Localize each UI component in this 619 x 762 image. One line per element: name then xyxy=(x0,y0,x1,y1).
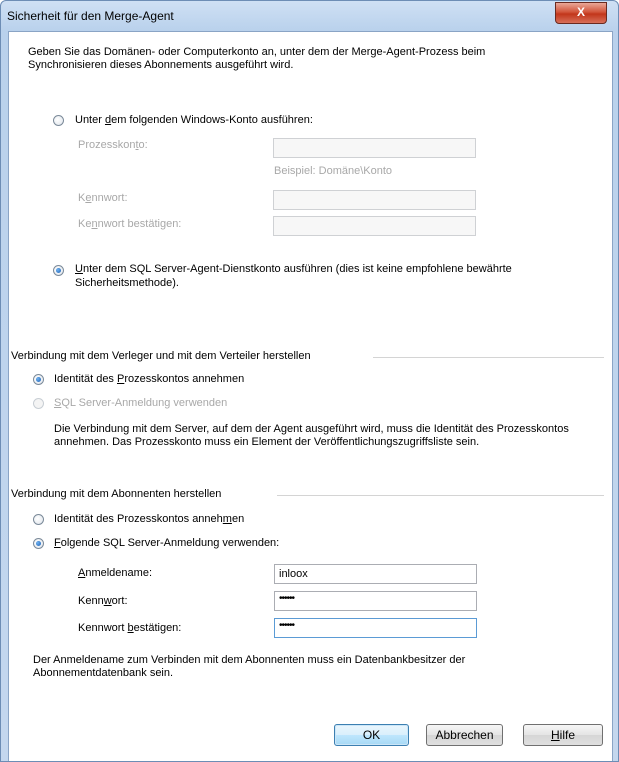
publisher-sql-login-radio[interactable] xyxy=(33,398,44,409)
subscriber-impersonate-label[interactable]: Identität des Prozesskontos annehmen xyxy=(54,513,244,525)
sql-agent-account-label-line2: Sicherheitsmethode). xyxy=(75,277,179,289)
dialog-content: Geben Sie das Domänen- oder Computerkont… xyxy=(8,31,613,761)
example-hint: Beispiel: Domäne\Konto xyxy=(274,165,393,177)
password-input[interactable] xyxy=(273,190,476,210)
subscriber-sql-login-radio[interactable] xyxy=(33,538,44,549)
subscriber-note: Der Anmeldename zum Verbinden mit dem Ab… xyxy=(33,654,466,679)
confirm-password-label: Kennwort bestätigen: xyxy=(78,218,182,230)
intro-text: Geben Sie das Domänen- oder Computerkont… xyxy=(28,46,486,71)
sql-agent-account-label[interactable]: Unter dem SQL Server-Agent-Dienstkonto a… xyxy=(75,263,512,275)
subscriber-confirm-password-label: Kennwort bestätigen: xyxy=(78,622,182,634)
subscriber-group-title: Verbindung mit dem Abonnenten herstellen xyxy=(11,488,222,500)
publisher-sql-login-label[interactable]: SQL Server-Anmeldung verwenden xyxy=(54,397,227,409)
subscriber-password-label: Kennwort: xyxy=(78,595,128,607)
publisher-group-title: Verbindung mit dem Verleger und mit dem … xyxy=(11,350,311,362)
subscriber-impersonate-radio[interactable] xyxy=(33,514,44,525)
close-button[interactable]: X xyxy=(555,2,607,24)
publisher-impersonate-label[interactable]: Identität des Prozesskontos annehmen xyxy=(54,373,244,385)
login-name-input[interactable]: inloox xyxy=(274,564,477,584)
confirm-password-input[interactable] xyxy=(273,216,476,236)
merge-agent-security-dialog: Sicherheit für den Merge-Agent X Geben S… xyxy=(0,0,619,762)
subscriber-password-input[interactable]: •••••• xyxy=(274,591,477,611)
window-title: Sicherheit für den Merge-Agent xyxy=(7,9,174,23)
cancel-button[interactable]: Abbrechen xyxy=(426,724,503,746)
title-bar[interactable]: Sicherheit für den Merge-Agent X xyxy=(1,1,618,31)
publisher-impersonate-radio[interactable] xyxy=(33,374,44,385)
process-account-label: Prozesskonto: xyxy=(78,139,148,151)
publisher-note: Die Verbindung mit dem Server, auf dem d… xyxy=(54,423,569,448)
login-name-label: Anmeldename: xyxy=(78,567,152,579)
process-account-input[interactable] xyxy=(273,138,476,158)
windows-account-label[interactable]: Unter dem folgenden Windows-Konto ausfüh… xyxy=(75,114,313,126)
help-button[interactable]: Hilfe xyxy=(523,724,603,746)
subscriber-sql-login-label[interactable]: Folgende SQL Server-Anmeldung verwenden: xyxy=(54,537,279,549)
sql-agent-account-radio[interactable] xyxy=(53,265,64,276)
subscriber-group-divider xyxy=(277,495,604,496)
windows-account-radio[interactable] xyxy=(53,115,64,126)
publisher-group-divider xyxy=(373,357,604,358)
subscriber-confirm-password-input[interactable]: •••••• xyxy=(274,618,477,638)
ok-button[interactable]: OK xyxy=(334,724,409,746)
password-label: Kennwort: xyxy=(78,192,128,204)
